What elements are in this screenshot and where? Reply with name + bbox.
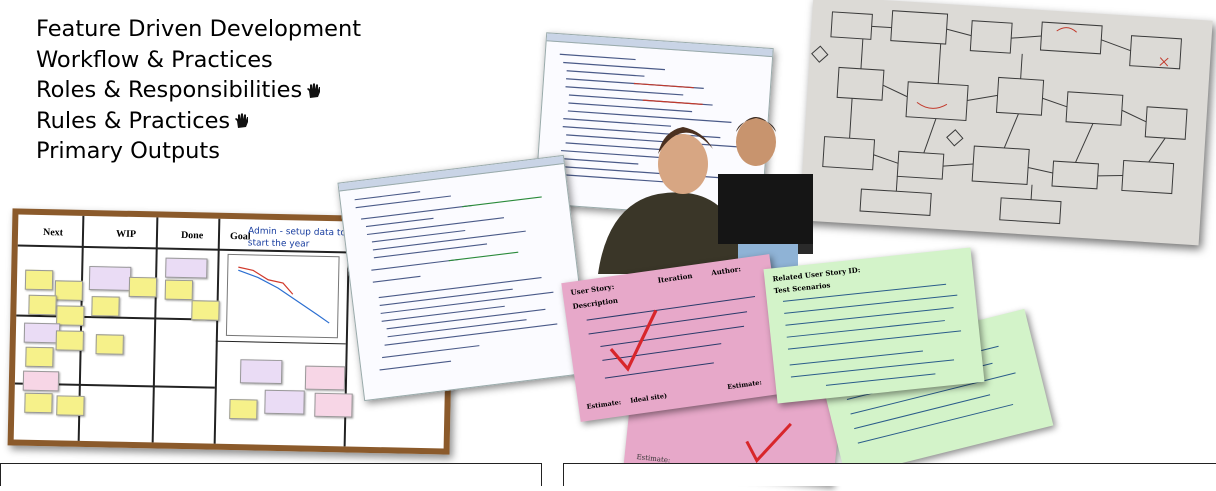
hand-icon	[307, 82, 321, 98]
bottom-panel-left	[0, 463, 542, 486]
kanban-column-done: Done	[180, 229, 204, 242]
burndown-chart	[225, 253, 340, 339]
test-scenarios-card: Related User Story ID: Test Scenarios	[763, 247, 985, 404]
developers-photo	[598, 94, 818, 274]
user-story-card: User Story: Iteration Author: Descriptio…	[561, 254, 789, 422]
topic-list: Feature Driven Development Workflow & Pr…	[36, 14, 361, 167]
whiteboard-diagram-image	[799, 0, 1213, 246]
topic-primary-outputs: Primary Outputs	[36, 138, 220, 164]
kanban-column-next: Next	[42, 227, 64, 239]
topic-feature-driven-development: Feature Driven Development	[36, 16, 362, 42]
bottom-panel-right	[563, 463, 1216, 486]
kanban-column-wip: WIP	[115, 228, 137, 240]
topic-rules-practices: Rules & Practices	[36, 106, 361, 137]
goal-note: Admin - setup data to start the year	[247, 226, 347, 250]
hand-icon	[235, 113, 249, 128]
topic-workflow-practices: Workflow & Practices	[36, 46, 273, 73]
topic-roles-responsibilities: Roles & Responsibilities	[36, 75, 361, 106]
code-screenshot-front	[337, 154, 591, 402]
